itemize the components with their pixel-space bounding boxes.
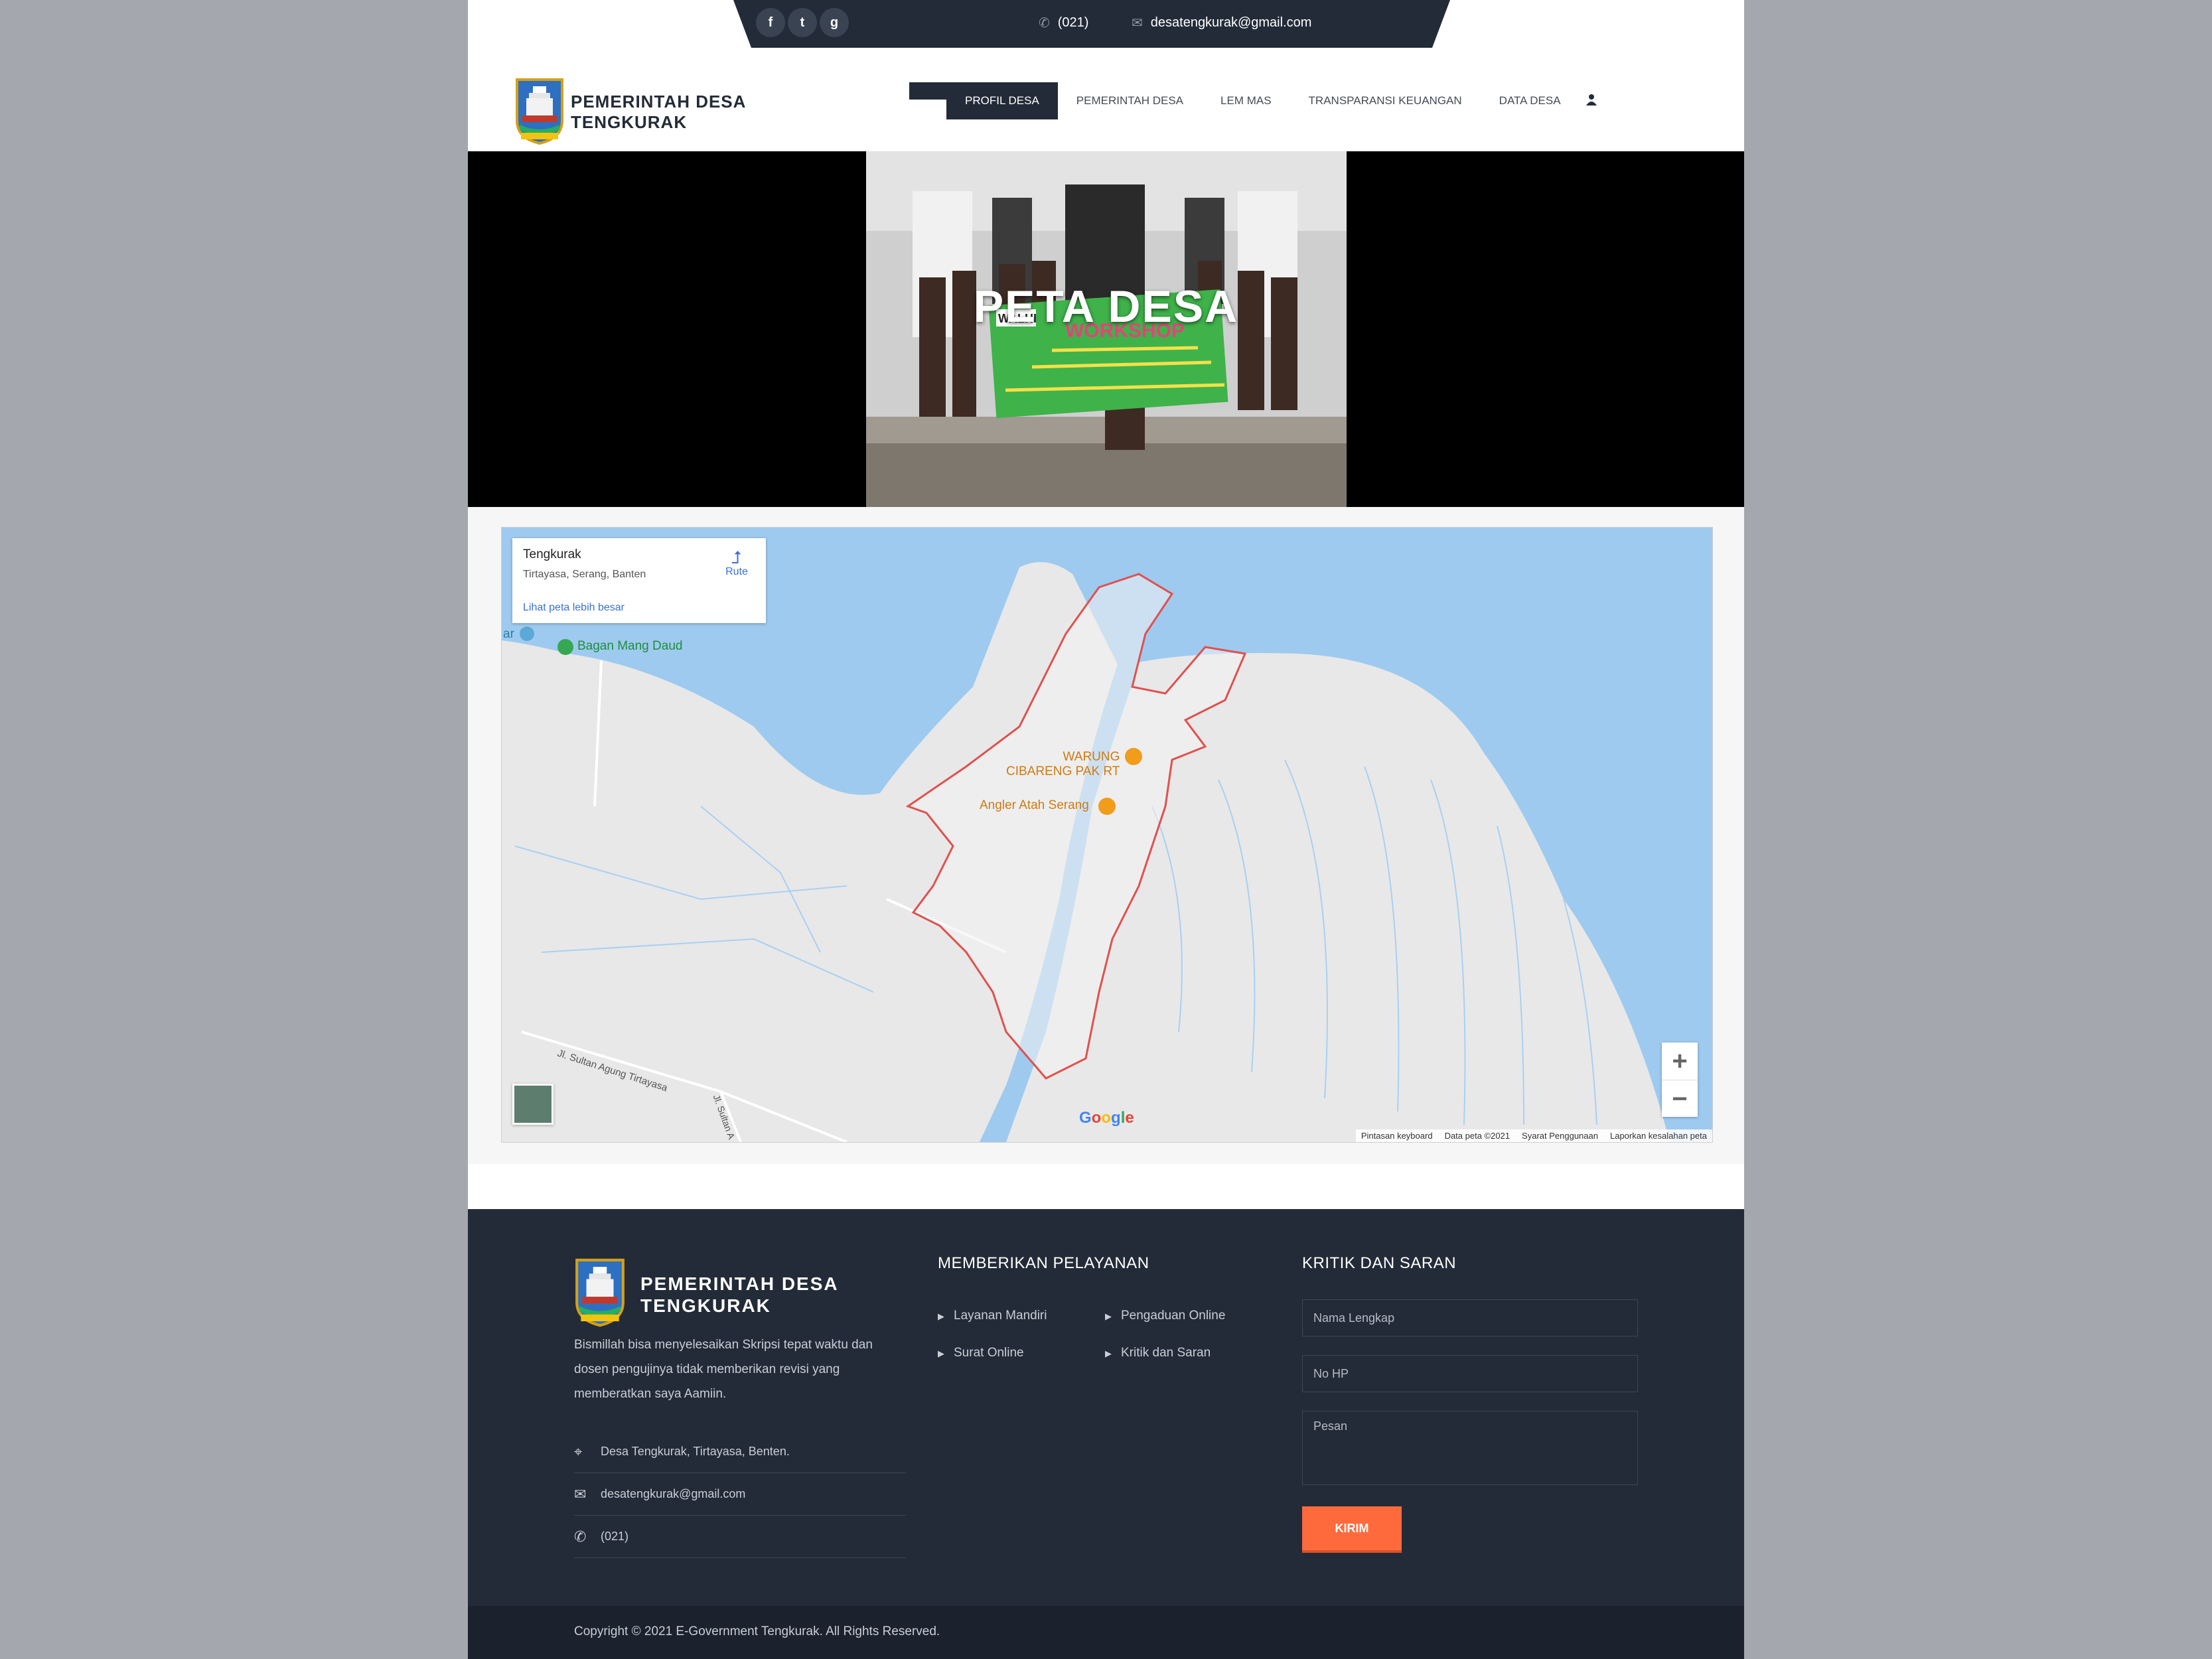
caret-right-icon: ▶ [1105, 1311, 1112, 1321]
footer-logo [575, 1258, 625, 1327]
footer-phone: ✆ (021) [574, 1516, 906, 1558]
caret-right-icon: ▶ [938, 1311, 944, 1321]
copyright-text: Copyright © 2021 E-Government Tengkurak.… [574, 1624, 940, 1638]
nav-transparansi-keuangan[interactable]: TRANSPARANSI KEUANGAN [1290, 82, 1481, 119]
map-poi-warung-line1: WARUNG [1063, 750, 1120, 764]
submit-button[interactable]: KIRIM [1302, 1506, 1402, 1550]
phone-field[interactable]: No HP [1302, 1355, 1638, 1392]
user-icon[interactable] [1580, 94, 1603, 109]
main-nav: PROFIL DESA PEMERINTAH DESA LEM MAS TRAN… [909, 82, 1603, 119]
service-label: Pengaduan Online [1121, 1309, 1226, 1323]
envelope-icon: ✉ [574, 1485, 587, 1502]
services-heading: MEMBERIKAN PELAYANAN [938, 1254, 1149, 1272]
footer-brand-line-2: TENGKURAK [640, 1295, 771, 1316]
service-layanan-mandiri[interactable]: ▶ Layanan Mandiri [938, 1309, 1047, 1323]
footer-email-text[interactable]: desatengkurak@gmail.com [601, 1487, 745, 1501]
hero-banner: WALHI WORKSHOP PETA DESA [468, 151, 1744, 507]
site-brand[interactable]: PEMERINTAH DESA TENGKURAK [571, 92, 746, 133]
top-bar: f t g ✆ (021) ✉ desatengkurak@gmail.com [733, 0, 1450, 48]
google-logo: Google [1079, 1109, 1134, 1127]
footer-description: Bismillah bisa menyelesaikan Skripsi tep… [574, 1338, 873, 1401]
map-poi-angler[interactable]: Angler Atah Serang [980, 798, 1089, 813]
envelope-icon: ✉ [1132, 16, 1143, 31]
service-label: Layanan Mandiri [954, 1309, 1047, 1323]
report-error-link[interactable]: Laporkan kesalahan peta [1610, 1131, 1707, 1141]
feedback-heading: KRITIK DAN SARAN [1302, 1254, 1457, 1272]
nav-accent [909, 82, 949, 100]
footer-brand-line-1: PEMERINTAH DESA [640, 1273, 839, 1294]
footer: PEMERINTAH DESA TENGKURAK Bismillah bisa… [468, 1209, 1744, 1606]
map-info-card: Tengkurak Tirtayasa, Serang, Banten Liha… [512, 538, 766, 623]
nav-lem-mas[interactable]: LEM MAS [1202, 82, 1290, 119]
name-field[interactable]: Nama Lengkap [1302, 1299, 1638, 1336]
embedded-map[interactable]: ar Bagan Mang Daud WARUNG CIBARENG PAK R… [501, 527, 1713, 1143]
larger-map-link[interactable]: Lihat peta lebih besar [523, 602, 625, 614]
map-poi-ar: ar [503, 627, 514, 641]
zoom-out-button[interactable]: − [1662, 1080, 1698, 1118]
top-phone: ✆ (021) [1039, 15, 1088, 31]
map-poi-warung[interactable]: WARUNG CIBARENG PAK RT [1006, 750, 1120, 779]
map-poi-bagan[interactable]: Bagan Mang Daud [577, 639, 682, 654]
footer-address: ⌖ Desa Tengkurak, Tirtayasa, Benten. [574, 1431, 906, 1473]
service-label: Surat Online [954, 1346, 1024, 1360]
phone-icon: ✆ [1039, 16, 1050, 31]
service-pengaduan-online[interactable]: ▶ Pengaduan Online [1105, 1309, 1225, 1323]
footer-address-text: Desa Tengkurak, Tirtayasa, Benten. [601, 1445, 790, 1458]
satellite-toggle[interactable] [512, 1084, 553, 1125]
twitter-icon[interactable]: t [788, 8, 817, 37]
service-surat-online[interactable]: ▶ Surat Online [938, 1346, 1024, 1360]
map-place-address: Tirtayasa, Serang, Banten [523, 569, 646, 580]
map-attribution: Pintasan keyboard Data peta ©2021 Syarat… [1355, 1129, 1712, 1142]
brand-line-2: TENGKURAK [571, 112, 688, 132]
nav-pemerintah-desa[interactable]: PEMERINTAH DESA [1058, 82, 1202, 119]
message-field[interactable]: Pesan [1302, 1411, 1638, 1485]
route-button[interactable]: ⮥ Rute [723, 549, 750, 578]
page: f t g ✆ (021) ✉ desatengkurak@gmail.com … [468, 0, 1744, 1659]
caret-right-icon: ▶ [938, 1348, 944, 1358]
map-data-text: Data peta ©2021 [1444, 1131, 1511, 1141]
copyright-bar: Copyright © 2021 E-Government Tengkurak.… [468, 1606, 1744, 1659]
map-section: ar Bagan Mang Daud WARUNG CIBARENG PAK R… [468, 507, 1744, 1164]
terms-link[interactable]: Syarat Penggunaan [1522, 1131, 1598, 1141]
top-email-text[interactable]: desatengkurak@gmail.com [1151, 15, 1312, 31]
map-marker-icon: ⌖ [574, 1443, 583, 1460]
top-email[interactable]: ✉ desatengkurak@gmail.com [1132, 15, 1311, 31]
nav-profil-desa[interactable]: PROFIL DESA [946, 82, 1058, 119]
keyboard-shortcuts-link[interactable]: Pintasan keyboard [1361, 1131, 1433, 1141]
facebook-icon[interactable]: f [756, 8, 785, 37]
service-label: Kritik dan Saran [1121, 1346, 1211, 1360]
footer-brand: PEMERINTAH DESA TENGKURAK [640, 1273, 839, 1317]
header: PEMERINTAH DESA TENGKURAK PROFIL DESA PE… [468, 48, 1744, 151]
phone-icon: ✆ [574, 1528, 587, 1545]
footer-phone-text: (021) [601, 1530, 629, 1543]
brand-line-1: PEMERINTAH DESA [571, 92, 747, 111]
google-plus-icon[interactable]: g [820, 8, 849, 37]
village-logo[interactable] [513, 77, 566, 145]
nav-data-desa[interactable]: DATA DESA [1481, 82, 1580, 119]
route-label: Rute [725, 566, 748, 577]
map-place-title: Tengkurak [523, 547, 581, 561]
map-poi-warung-line2: CIBARENG PAK RT [1006, 764, 1120, 778]
page-title: PETA DESA [973, 281, 1239, 332]
service-kritik-saran[interactable]: ▶ Kritik dan Saran [1105, 1346, 1211, 1360]
caret-right-icon: ▶ [1105, 1348, 1112, 1358]
directions-icon: ⮥ [731, 547, 742, 567]
footer-email[interactable]: ✉ desatengkurak@gmail.com [574, 1473, 906, 1516]
top-phone-text: (021) [1057, 15, 1089, 30]
zoom-controls: + − [1662, 1043, 1698, 1117]
zoom-in-button[interactable]: + [1662, 1043, 1698, 1080]
